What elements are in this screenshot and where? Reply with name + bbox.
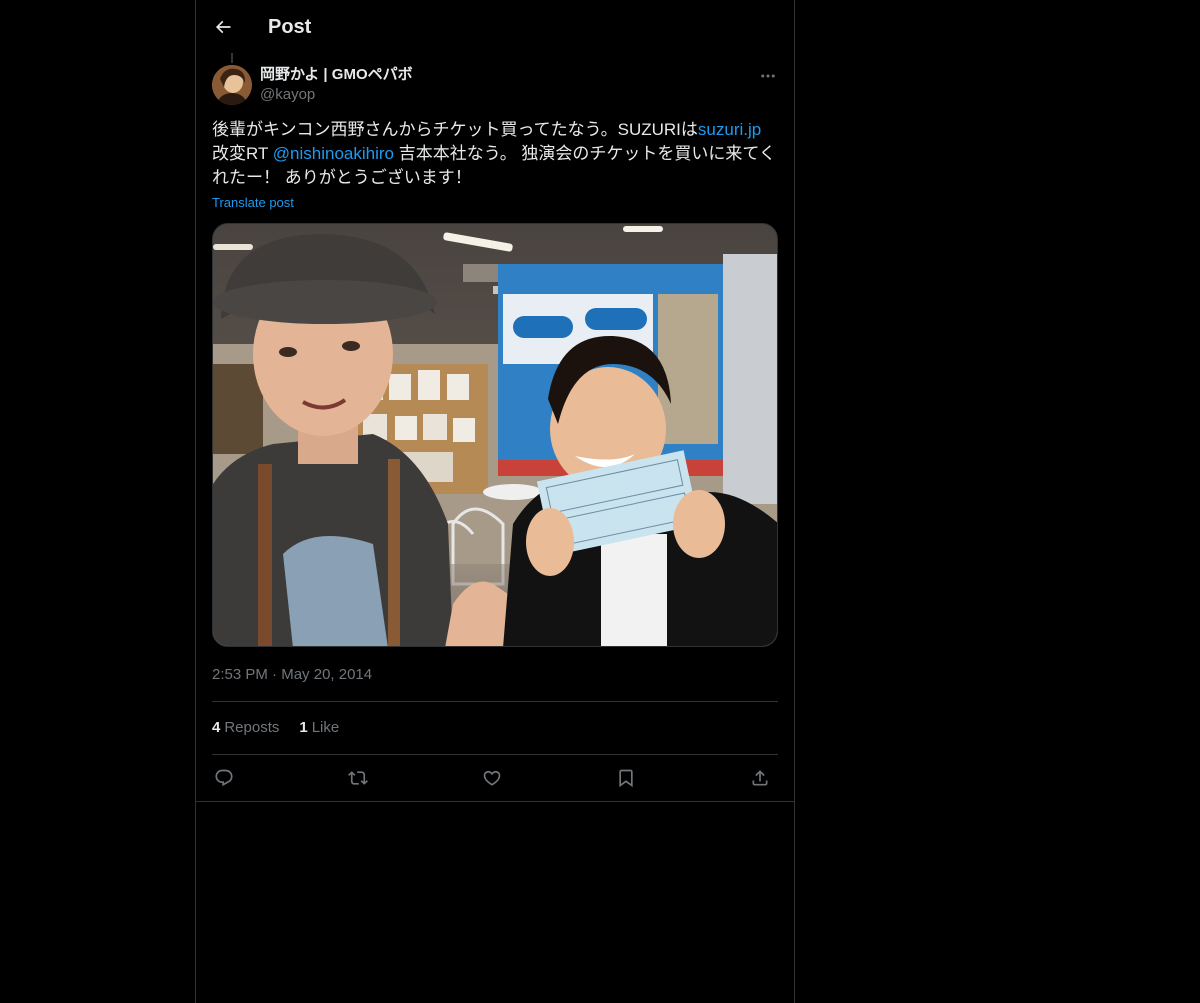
timestamp-separator: · xyxy=(272,666,278,683)
page-header: Post xyxy=(196,0,794,53)
more-options-button[interactable] xyxy=(756,66,780,86)
mention-link[interactable]: @nishinoakihiro xyxy=(273,144,394,163)
likes-count: 1 xyxy=(299,719,308,736)
author-handle[interactable]: @kayop xyxy=(260,85,315,105)
bookmark-button[interactable] xyxy=(614,766,638,790)
avatar[interactable] xyxy=(212,65,252,105)
divider xyxy=(212,754,778,755)
reply-button[interactable] xyxy=(212,766,236,790)
post-photo[interactable] xyxy=(212,223,778,647)
likes-stat[interactable]: 1 Like xyxy=(299,718,339,738)
more-horizontal-icon xyxy=(761,74,775,78)
repost-button[interactable] xyxy=(346,766,370,790)
engagement-stats: 4 Reposts 1 Like xyxy=(212,718,339,738)
divider xyxy=(212,701,778,702)
arrow-left-icon xyxy=(215,20,231,34)
post-text-segment: 後輩がキンコン西野さんからチケット買ってたなう。SUZURIは xyxy=(212,120,698,139)
primary-column: Post 岡野かよ | GMOペパボ @kayop 後輩がキンコン西野さんからチ… xyxy=(195,0,795,1003)
author-display-name[interactable]: 岡野かよ | GMOペパボ xyxy=(260,65,413,85)
back-button[interactable] xyxy=(210,14,236,40)
share-button[interactable] xyxy=(748,766,772,790)
post-text: 後輩がキンコン西野さんからチケット買ってたなう。SUZURIはsuzuri.jp… xyxy=(212,118,778,190)
share-icon xyxy=(752,770,768,786)
heart-icon xyxy=(483,770,501,786)
photo-content xyxy=(213,224,777,646)
translate-post-link[interactable]: Translate post xyxy=(212,194,294,212)
avatar-image xyxy=(212,65,252,105)
post-text-segment: 改変RT xyxy=(212,144,273,163)
reply-icon xyxy=(215,769,233,787)
action-bar xyxy=(212,764,778,792)
reposts-label: Reposts xyxy=(224,719,280,736)
bookmark-icon xyxy=(619,769,633,788)
like-button[interactable] xyxy=(480,766,504,790)
suzuri-link[interactable]: suzuri.jp xyxy=(698,120,761,139)
reposts-stat[interactable]: 4 Reposts xyxy=(212,718,279,738)
post-timestamp[interactable]: 2:53 PM · May 20, 2014 xyxy=(212,665,372,685)
repost-icon xyxy=(348,771,368,785)
post-date: May 20, 2014 xyxy=(281,666,373,683)
post-bottom-border xyxy=(196,801,794,802)
page-title: Post xyxy=(268,16,312,38)
reposts-count: 4 xyxy=(212,719,221,736)
post-time: 2:53 PM xyxy=(212,666,268,683)
thread-connector xyxy=(231,53,233,63)
likes-label: Like xyxy=(311,719,340,736)
